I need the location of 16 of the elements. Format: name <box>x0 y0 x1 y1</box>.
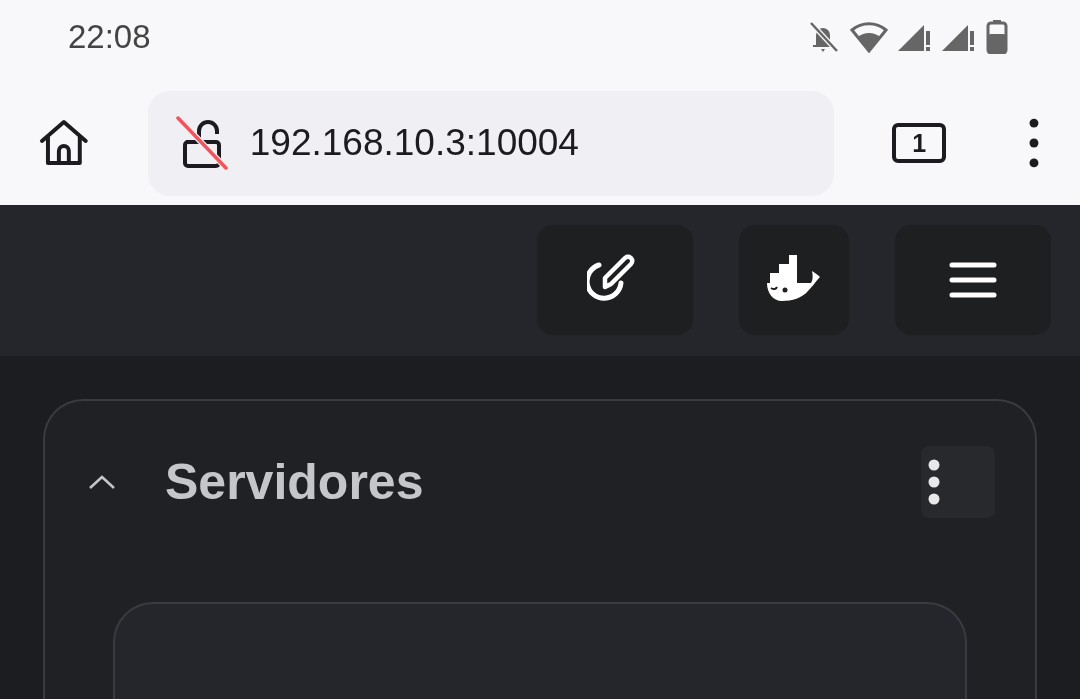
chevron-icon[interactable] <box>87 473 117 491</box>
menu-button[interactable] <box>895 225 1051 336</box>
tab-count-button[interactable]: 1 <box>892 123 947 164</box>
more-button[interactable] <box>921 446 995 518</box>
docker-button[interactable] <box>739 225 849 336</box>
menu-icon <box>949 262 997 299</box>
wifi-icon <box>850 20 888 53</box>
status-time: 22:08 <box>68 17 151 56</box>
lock-icon <box>175 116 230 171</box>
edit-button[interactable] <box>537 225 693 336</box>
more-icon <box>928 459 940 505</box>
more-icon[interactable] <box>1028 117 1040 170</box>
section-title: Servidores <box>165 453 425 511</box>
address-bar[interactable]: 192.168.10.3:10004 <box>147 90 835 196</box>
url-text: 192.168.10.3:10004 <box>249 122 579 165</box>
battery-icon <box>986 19 1008 54</box>
